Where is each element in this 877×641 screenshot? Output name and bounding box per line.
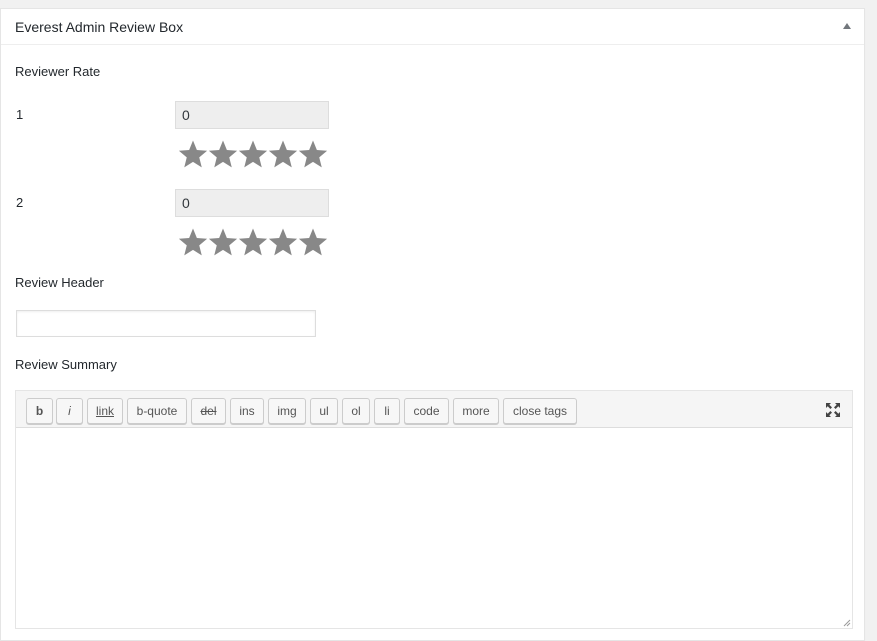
img-button[interactable]: img	[268, 398, 306, 424]
star-rating-1[interactable]	[178, 139, 328, 169]
toggle-panel-icon[interactable]	[843, 23, 851, 29]
star-icon[interactable]	[238, 227, 268, 257]
postbox-header[interactable]: Everest Admin Review Box	[1, 9, 864, 45]
li-button[interactable]: li	[374, 398, 400, 424]
reviewer-rate-label: Reviewer Rate	[15, 64, 101, 79]
rate-number-2: 2	[16, 195, 24, 210]
review-header-input[interactable]	[16, 310, 316, 337]
star-icon[interactable]	[298, 139, 328, 169]
star-icon[interactable]	[208, 139, 238, 169]
postbox-title: Everest Admin Review Box	[15, 19, 184, 35]
admin-review-box: Everest Admin Review Box Reviewer Rate 1…	[0, 8, 865, 641]
page-scrollbar[interactable]	[870, 0, 877, 641]
bold-button[interactable]: b	[26, 398, 53, 424]
ins-button[interactable]: ins	[230, 398, 264, 424]
ol-button[interactable]: ol	[342, 398, 370, 424]
resize-handle-icon[interactable]	[841, 617, 851, 627]
more-button[interactable]: more	[453, 398, 499, 424]
close-tags-button[interactable]: close tags	[503, 398, 577, 424]
star-icon[interactable]	[298, 227, 328, 257]
star-icon[interactable]	[178, 139, 208, 169]
review-header-label: Review Header	[15, 275, 104, 290]
star-rating-2[interactable]	[178, 227, 328, 257]
review-summary-label: Review Summary	[15, 357, 117, 372]
star-icon[interactable]	[268, 227, 298, 257]
star-icon[interactable]	[238, 139, 268, 169]
quicktags-toolbar: b i link b-quote del ins img ul ol li co…	[16, 391, 852, 428]
italic-button[interactable]: i	[56, 398, 83, 424]
fullscreen-icon[interactable]	[824, 401, 842, 419]
code-button[interactable]: code	[404, 398, 449, 424]
rate-input-1[interactable]	[175, 101, 329, 129]
star-icon[interactable]	[178, 227, 208, 257]
star-icon[interactable]	[208, 227, 238, 257]
link-button[interactable]: link	[87, 398, 123, 424]
rate-input-2[interactable]	[175, 189, 329, 217]
blockquote-button[interactable]: b-quote	[127, 398, 187, 424]
rate-number-1: 1	[16, 107, 24, 122]
review-summary-editor: b i link b-quote del ins img ul ol li co…	[15, 390, 853, 629]
review-summary-textarea[interactable]	[16, 428, 852, 628]
star-icon[interactable]	[268, 139, 298, 169]
del-button[interactable]: del	[191, 398, 226, 424]
ul-button[interactable]: ul	[310, 398, 338, 424]
